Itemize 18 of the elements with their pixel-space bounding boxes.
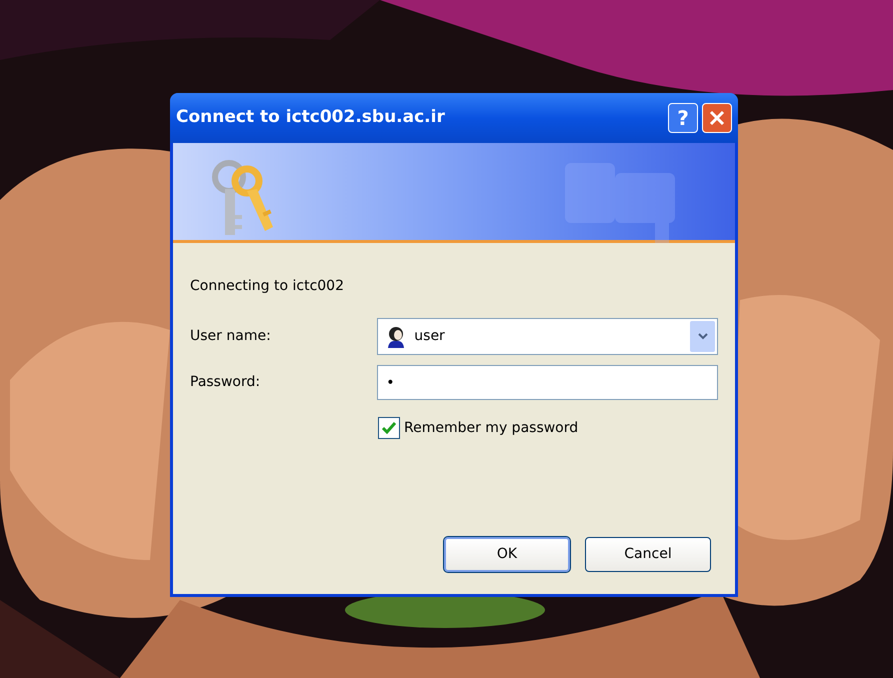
password-field[interactable]: • bbox=[377, 365, 718, 400]
checkmark-icon bbox=[382, 422, 396, 434]
close-button[interactable] bbox=[702, 103, 732, 133]
window-title: Connect to ictc002.sbu.ac.ir bbox=[176, 106, 446, 130]
checkbox[interactable] bbox=[378, 417, 400, 439]
dropdown-button[interactable] bbox=[690, 321, 715, 352]
chevron-down-icon bbox=[698, 333, 708, 340]
username-combo-box[interactable]: user bbox=[377, 318, 718, 355]
dialog-button[interactable]: OK bbox=[444, 537, 570, 572]
connection-message: Connecting to ictc002 bbox=[190, 277, 345, 296]
username-value: user bbox=[414, 327, 446, 346]
user-icon bbox=[386, 326, 406, 348]
close-icon bbox=[709, 110, 725, 126]
field-label: Password: bbox=[190, 373, 262, 392]
help-button[interactable]: ? bbox=[668, 103, 698, 133]
field-label: User name: bbox=[190, 327, 272, 346]
dialog-button[interactable]: Cancel bbox=[585, 537, 711, 572]
checkbox-label: Remember my password bbox=[404, 418, 578, 438]
